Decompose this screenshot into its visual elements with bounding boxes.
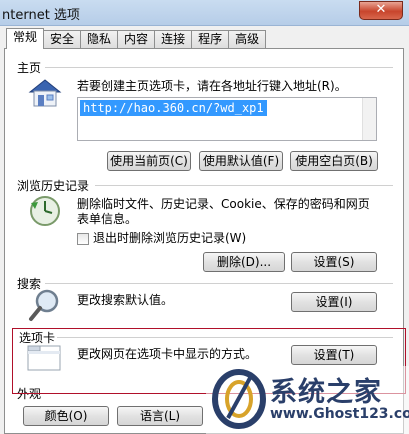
watermark-logo-icon [212, 369, 266, 429]
tab-general[interactable]: 常规 [6, 28, 45, 49]
history-section-title: 浏览历史记录 [17, 179, 90, 193]
colors-button[interactable]: 颜色(O) [23, 406, 109, 426]
window-title: nternet 选项 [2, 8, 80, 23]
title-bar: nternet 选项 ✕ [0, 0, 409, 26]
search-description: 更改搜索默认值。 [77, 293, 174, 307]
magnifier-icon [29, 289, 59, 321]
homepage-description: 若要创建主页选项卡，请在各地址行键入地址(R)。 [77, 79, 347, 93]
use-blank-page-button[interactable]: 使用空白页(B) [290, 151, 378, 171]
search-divider [45, 283, 393, 284]
delete-on-exit-checkbox[interactable] [77, 233, 89, 245]
watermark-url: www.Ghost123.com [270, 406, 409, 422]
tab-advanced[interactable]: 高级 [228, 30, 267, 49]
history-settings-button[interactable]: 设置(S) [291, 252, 377, 272]
delete-history-button[interactable]: 删除(D)... [203, 252, 285, 272]
watermark: 系统之家 www.Ghost123.com [206, 366, 409, 434]
use-current-page-button[interactable]: 使用当前页(C) [107, 151, 191, 171]
tab-security[interactable]: 安全 [43, 30, 82, 49]
history-clock-icon [30, 196, 60, 226]
house-icon [28, 79, 62, 107]
tab-connections[interactable]: 连接 [154, 30, 193, 49]
delete-on-exit-label: 退出时删除浏览历史记录(W) [93, 231, 247, 245]
homepage-divider [45, 67, 393, 68]
tab-privacy[interactable]: 隐私 [80, 30, 119, 49]
url-scrollbar[interactable] [362, 98, 376, 140]
homepage-url-input[interactable]: http://hao.360.cn/?wd_xp1 [77, 97, 377, 141]
history-divider [95, 185, 393, 186]
tab-strip: 常规 安全 隐私 内容 连接 程序 高级 [6, 28, 267, 49]
close-button[interactable]: ✕ [359, 1, 403, 20]
watermark-title: 系统之家 [270, 377, 382, 408]
homepage-section-title: 主页 [17, 61, 42, 75]
history-description: 删除临时文件、历史记录、Cookie、保存的密码和网页表单信息。 [77, 197, 370, 226]
homepage-url-value: http://hao.360.cn/?wd_xp1 [80, 100, 267, 116]
tab-programs[interactable]: 程序 [191, 30, 230, 49]
languages-button[interactable]: 语言(L) [117, 406, 203, 426]
use-default-button[interactable]: 使用默认值(F) [199, 151, 283, 171]
tab-content[interactable]: 内容 [117, 30, 156, 49]
search-settings-button[interactable]: 设置(I) [291, 292, 377, 312]
